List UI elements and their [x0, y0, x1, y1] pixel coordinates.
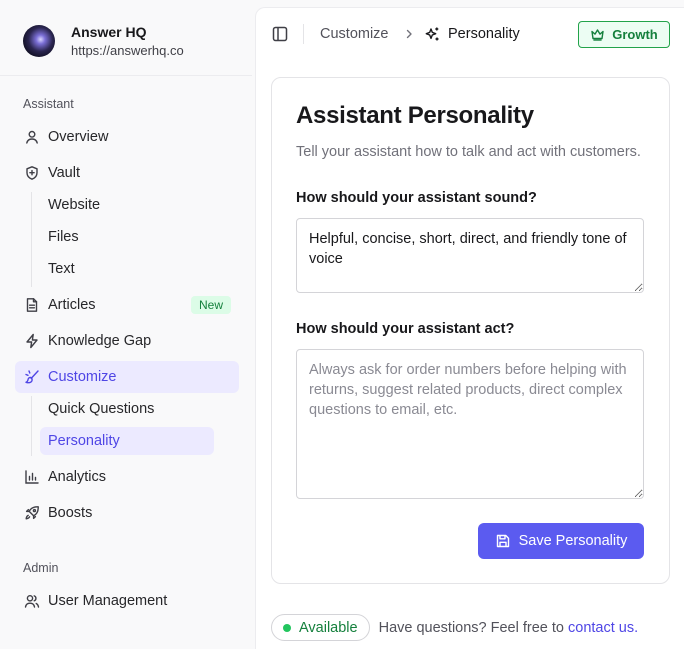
workspace-url: https://answerhq.co — [71, 43, 184, 58]
plan-badge-label: Growth — [612, 27, 658, 42]
status-badge: Available — [271, 614, 370, 641]
sidebar-item-label: Vault — [48, 165, 80, 181]
sidebar-item-label: User Management — [48, 593, 168, 609]
sidebar-item-label: Knowledge Gap — [48, 333, 152, 349]
sidebar-item-label: Website — [48, 197, 101, 213]
sidebar-item-analytics[interactable]: Analytics — [15, 461, 239, 493]
sidebar-item-knowledge-gap[interactable]: Knowledge Gap — [15, 325, 239, 357]
sidebar-item-label: Overview — [48, 129, 109, 145]
act-textarea[interactable] — [296, 349, 644, 499]
sidebar-item-articles[interactable]: Articles New — [15, 289, 239, 321]
page-subtitle: Tell your assistant how to talk and act … — [296, 144, 641, 160]
status-label: Available — [299, 619, 358, 636]
sidebar-item-label: Files — [48, 229, 79, 245]
paintbrush-icon — [24, 369, 40, 385]
users-icon — [24, 593, 40, 609]
breadcrumb-customize[interactable]: Customize — [320, 26, 389, 42]
sidebar-subitem-website[interactable]: Website — [40, 191, 214, 219]
bar-chart-icon — [24, 469, 40, 485]
save-icon — [496, 534, 509, 548]
help-message: Have questions? Feel free to — [378, 619, 564, 636]
help-text: Have questions? Feel free to contact us. — [379, 620, 639, 636]
workspace-name: Answer HQ — [71, 24, 147, 40]
main-panel: Customize Personality Growth Assistant P… — [255, 7, 684, 649]
sidebar-item-label: Customize — [48, 369, 117, 385]
workspace-switcher[interactable]: Answer HQ https://answerhq.co — [23, 23, 184, 59]
section-title-admin: Admin — [23, 561, 59, 575]
sidebar-item-vault[interactable]: Vault — [15, 157, 239, 189]
sidebar-item-label: Quick Questions — [48, 401, 155, 417]
sidebar-subitem-personality[interactable]: Personality — [40, 427, 214, 455]
submenu-guide — [31, 192, 32, 287]
save-button-label: Save Personality — [518, 533, 628, 549]
rocket-icon — [24, 505, 40, 521]
contact-link[interactable]: contact us. — [568, 620, 638, 636]
submenu-guide — [31, 396, 32, 456]
footer: Available Have questions? Feel free to c… — [271, 614, 638, 641]
shield-icon — [24, 165, 40, 181]
sparkles-icon — [424, 26, 441, 43]
breadcrumb-personality: Personality — [448, 26, 520, 42]
sidebar-item-label: Articles — [48, 297, 96, 313]
workspace-logo — [23, 25, 55, 57]
save-personality-button[interactable]: Save Personality — [478, 523, 644, 559]
chevron-right-icon — [403, 27, 415, 41]
sidebar-item-label: Boosts — [48, 505, 93, 521]
sidebar-subitem-quick-questions[interactable]: Quick Questions — [40, 395, 214, 423]
status-dot-icon — [283, 623, 291, 632]
section-title-assistant: Assistant — [23, 97, 74, 111]
sidebar-item-boosts[interactable]: Boosts — [15, 497, 239, 529]
divider — [303, 24, 304, 44]
panel-left-icon — [272, 26, 288, 42]
sidebar-item-label: Text — [48, 261, 75, 277]
plan-badge[interactable]: Growth — [578, 21, 670, 48]
crown-icon — [591, 29, 604, 41]
sidebar-item-label: Analytics — [48, 469, 107, 485]
act-label: How should your assistant act? — [296, 321, 515, 337]
user-icon — [24, 129, 40, 145]
top-bar: Customize Personality Growth — [256, 8, 684, 60]
new-badge: New — [190, 296, 231, 314]
sidebar: Answer HQ https://answerhq.co Assistant … — [0, 0, 255, 649]
personality-card: Assistant Personality Tell your assistan… — [271, 77, 670, 584]
sidebar-toggle-button[interactable] — [271, 25, 289, 43]
document-icon — [24, 297, 40, 313]
page-title: Assistant Personality — [296, 102, 534, 129]
sound-textarea[interactable]: Helpful, concise, short, direct, and fri… — [296, 218, 644, 293]
sidebar-subitem-files[interactable]: Files — [40, 223, 214, 251]
sidebar-subitem-text[interactable]: Text — [40, 255, 214, 283]
sound-label: How should your assistant sound? — [296, 190, 537, 206]
sidebar-item-overview[interactable]: Overview — [15, 121, 239, 153]
sidebar-item-user-management[interactable]: User Management — [15, 585, 239, 617]
lightning-icon — [24, 333, 40, 349]
divider — [0, 75, 252, 76]
sidebar-item-customize[interactable]: Customize — [15, 361, 239, 393]
sidebar-item-label: Personality — [48, 433, 120, 449]
